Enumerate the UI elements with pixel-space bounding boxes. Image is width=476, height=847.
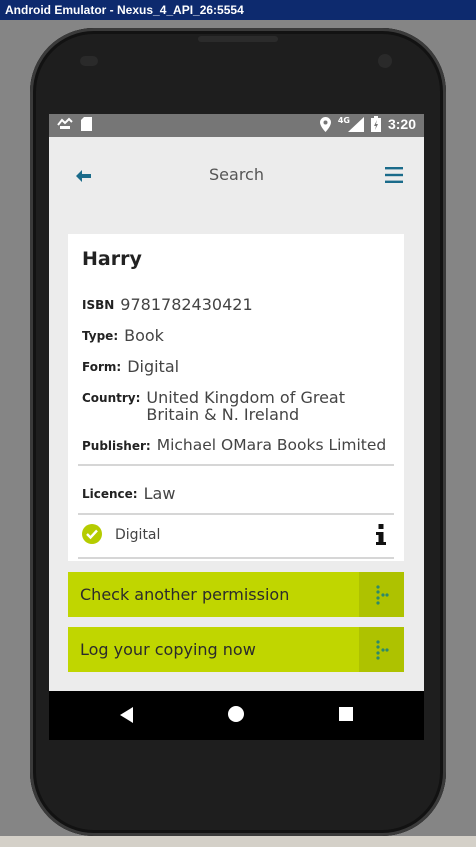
permission-status-row: Digital (82, 524, 392, 548)
licence-label: Licence: (82, 487, 138, 501)
location-icon (319, 116, 331, 132)
status-time: 3:20 (387, 116, 416, 132)
type-value: Book (124, 326, 164, 345)
nav-recents-icon[interactable] (339, 707, 353, 721)
log-copying-button[interactable]: Log your copying now (68, 627, 404, 672)
publisher-value: Michael OMara Books Limited (156, 436, 387, 454)
app-content: Search Harry ISBN 9781782430421 Type: Bo… (49, 137, 424, 691)
check-another-permission-label: Check another permission (80, 585, 290, 604)
country-field: Country: United Kingdom of Great Britain… (82, 389, 366, 423)
dots-arrow-icon (359, 572, 404, 617)
phone-speaker (198, 36, 278, 42)
country-label: Country: (82, 391, 141, 405)
log-copying-label: Log your copying now (80, 640, 256, 659)
publisher-label: Publisher: (82, 439, 151, 453)
check-circle-icon (82, 524, 102, 544)
hamburger-menu-icon[interactable] (385, 166, 403, 184)
android-nav-bar (49, 691, 424, 740)
isbn-value: 9781782430421 (120, 295, 253, 314)
country-value: United Kingdom of Great Britain & N. Ire… (146, 388, 345, 424)
usb-debug-icon (57, 117, 73, 129)
android-status-bar: 4G 3:20 (49, 114, 424, 137)
type-label: Type: (82, 329, 119, 343)
phone-screen: 4G 3:20 Search Harry ISBN 9781782430421 … (49, 114, 424, 740)
nav-home-icon[interactable] (228, 706, 244, 722)
emulator-window-bottom (0, 836, 476, 847)
form-label: Form: (82, 360, 122, 374)
licence-value: Law (143, 484, 176, 503)
card-divider (78, 464, 394, 466)
phone-camera (378, 54, 392, 68)
emulator-window-title: Android Emulator - Nexus_4_API_26:5554 (0, 0, 476, 20)
toolbar-title: Search (209, 165, 264, 184)
sd-card-icon (81, 117, 92, 131)
publisher-field: Publisher: Michael OMara Books Limited (82, 437, 386, 454)
form-value: Digital (127, 357, 180, 376)
form-field: Form: Digital (82, 358, 179, 375)
card-divider (78, 513, 394, 515)
info-icon[interactable] (375, 524, 387, 546)
type-field: Type: Book (82, 327, 164, 344)
card-divider (78, 557, 394, 559)
battery-icon (370, 116, 381, 132)
book-details-card: Harry ISBN 9781782430421 Type: Book Form… (68, 234, 404, 561)
dots-arrow-icon (359, 627, 404, 672)
app-toolbar: Search (49, 137, 424, 213)
isbn-label: ISBN (82, 298, 115, 312)
book-title: Harry (82, 248, 142, 270)
permission-status-text: Digital (115, 527, 161, 543)
phone-sensor (80, 56, 98, 66)
licence-field: Licence: Law (82, 485, 175, 502)
nav-back-icon[interactable] (119, 707, 135, 723)
signal-icon (347, 116, 364, 132)
isbn-field: ISBN 9781782430421 (82, 296, 253, 313)
check-another-permission-button[interactable]: Check another permission (68, 572, 404, 617)
